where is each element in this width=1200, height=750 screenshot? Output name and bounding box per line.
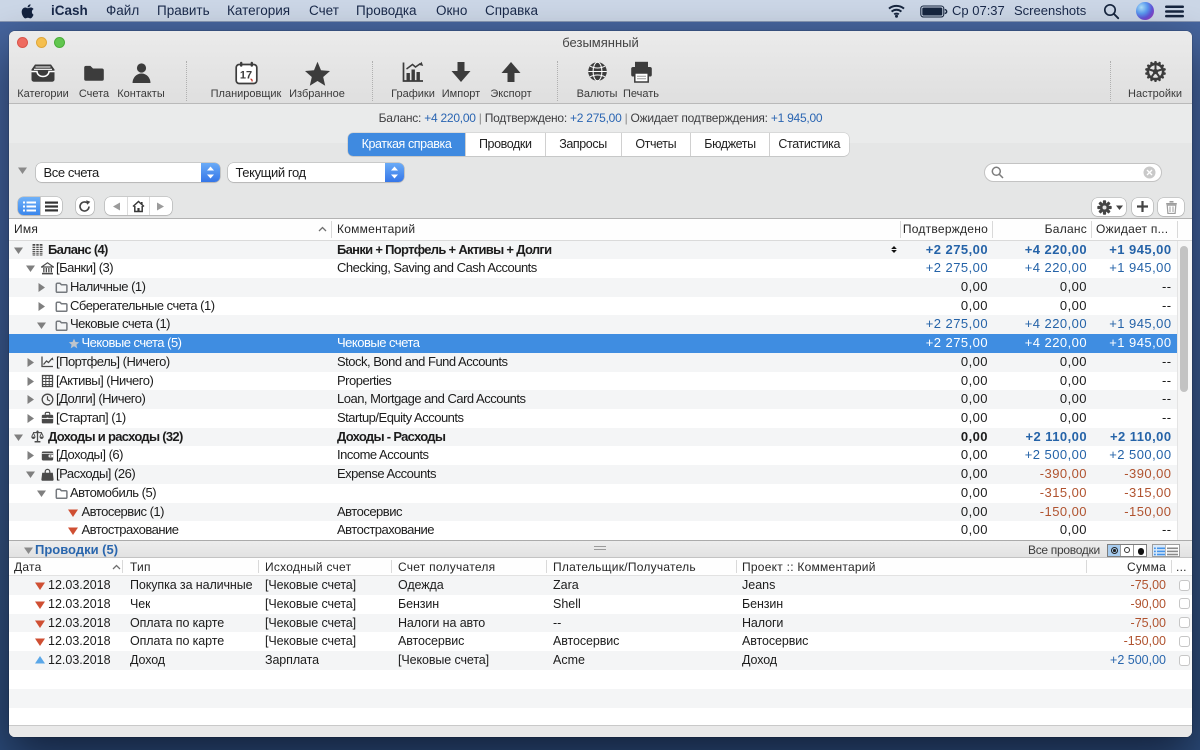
svg-text:17: 17: [240, 70, 252, 82]
